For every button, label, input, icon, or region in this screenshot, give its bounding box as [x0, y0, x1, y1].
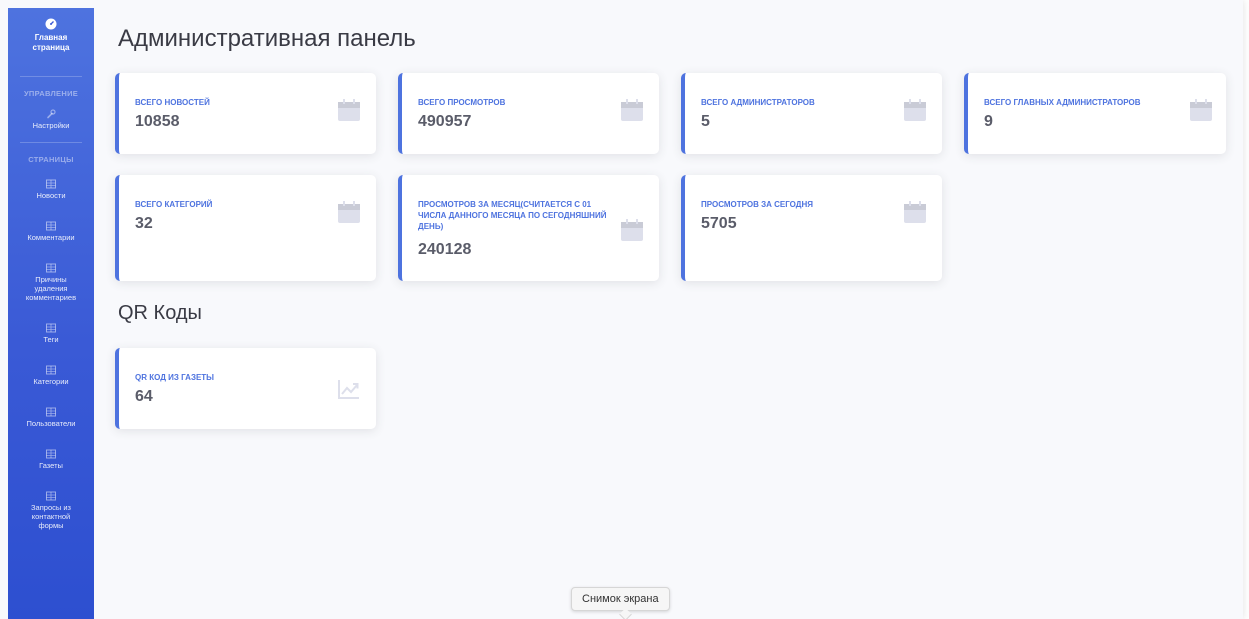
stat-card-label: ПРОСМОТРОВ ЗА МЕСЯЦ(СЧИТАЕТСЯ С 01 ЧИСЛА…	[418, 200, 607, 231]
stat-card-value: 32	[135, 215, 153, 232]
table-icon	[46, 491, 56, 501]
stat-card-total-main-admins: ВСЕГО ГЛАВНЫХ АДМИНИСТРАТОРОВ 9	[964, 73, 1226, 154]
sidebar-item-categories-label: Категории	[33, 377, 69, 386]
stat-card-value: 5	[701, 113, 710, 130]
stat-card-value: 490957	[418, 113, 472, 130]
sidebar-item-tags[interactable]: Теги	[8, 323, 94, 344]
table-icon	[46, 365, 56, 375]
stat-card-total-admins: ВСЕГО АДМИНИСТРАТОРОВ 5	[681, 73, 942, 154]
sidebar-item-home-label-2: страница	[32, 43, 70, 52]
table-icon	[46, 221, 56, 231]
calendar-icon	[338, 201, 360, 223]
sidebar-item-news-label: Новости	[36, 191, 66, 200]
stat-card-label: ПРОСМОТРОВ ЗА СЕГОДНЯ	[701, 200, 813, 209]
table-icon	[46, 263, 56, 273]
calendar-icon	[904, 99, 926, 121]
table-icon	[46, 407, 56, 417]
stat-card-monthly-views: ПРОСМОТРОВ ЗА МЕСЯЦ(СЧИТАЕТСЯ С 01 ЧИСЛА…	[398, 175, 659, 281]
sidebar-item-contact-requests-label-2: контактной	[31, 512, 71, 521]
chart-line-icon	[338, 380, 359, 399]
sidebar-item-users[interactable]: Пользователи	[8, 407, 94, 428]
stat-card-total-categories: ВСЕГО КАТЕГОРИЙ 32	[115, 175, 376, 281]
tachometer-icon	[45, 18, 57, 30]
sidebar-item-users-label: Пользователи	[26, 419, 76, 428]
sidebar-heading-pages: СТРАНИЦЫ	[28, 155, 74, 164]
sidebar-item-comments-label: Комментарии	[27, 233, 75, 242]
stat-card-today-views: ПРОСМОТРОВ ЗА СЕГОДНЯ 5705	[681, 175, 942, 281]
sidebar-item-delete-reasons-label-1: Причины	[35, 275, 67, 284]
sidebar-item-delete-reasons-label-3: комментариев	[25, 293, 77, 302]
sidebar-item-contact-requests-label-3: формы	[38, 521, 64, 530]
screenshot-tooltip: Снимок экрана	[571, 587, 670, 611]
stat-card-label: QR КОД ИЗ ГАЗЕТЫ	[135, 373, 215, 382]
stat-card-label: ВСЕГО ГЛАВНЫХ АДМИНИСТРАТОРОВ	[984, 98, 1141, 107]
sidebar-item-home-label-1: Главная	[34, 33, 68, 42]
sidebar-heading-manage: УПРАВЛЕНИЕ	[23, 89, 79, 98]
calendar-icon	[1190, 99, 1212, 121]
table-icon	[46, 323, 56, 333]
sidebar-item-settings-label: Настройки	[32, 121, 70, 130]
qr-section-title: QR Коды	[118, 302, 202, 324]
stat-card-value: 10858	[135, 113, 180, 130]
sidebar-divider	[20, 142, 82, 143]
sidebar-item-news[interactable]: Новости	[8, 179, 94, 200]
stat-card-label: ВСЕГО АДМИНИСТРАТОРОВ	[701, 98, 815, 107]
calendar-icon	[621, 219, 643, 241]
table-icon	[46, 179, 56, 189]
sidebar-item-contact-requests-label-1: Запросы из	[31, 503, 71, 512]
stat-card-qr-newspaper: QR КОД ИЗ ГАЗЕТЫ 64	[115, 348, 376, 429]
sidebar-item-categories[interactable]: Категории	[8, 365, 94, 386]
sidebar-item-home[interactable]: Главная страница	[8, 8, 94, 76]
sidebar-divider	[20, 76, 82, 77]
stat-card-value: 240128	[418, 241, 472, 258]
stat-card-total-news: ВСЕГО НОВОСТЕЙ 10858	[115, 73, 376, 154]
sidebar-item-newspapers[interactable]: Газеты	[8, 449, 94, 470]
calendar-icon	[904, 201, 926, 223]
sidebar-item-comments[interactable]: Комментарии	[8, 221, 94, 242]
sidebar: Главная страница УПРАВЛЕНИЕ Настройки СТ…	[8, 8, 94, 619]
stat-card-total-views: ВСЕГО ПРОСМОТРОВ 490957	[398, 73, 659, 154]
sidebar-item-delete-reasons-label-2: удаления	[34, 284, 68, 293]
stat-card-value: 5705	[701, 215, 737, 232]
stat-card-label: ВСЕГО ПРОСМОТРОВ	[418, 98, 506, 107]
sidebar-item-contact-requests[interactable]: Запросы из контактной формы	[8, 491, 94, 530]
table-icon	[46, 449, 56, 459]
app-window: Главная страница УПРАВЛЕНИЕ Настройки СТ…	[0, 0, 1243, 619]
stat-card-value: 9	[984, 113, 993, 130]
stat-card-label: ВСЕГО НОВОСТЕЙ	[135, 98, 210, 107]
sidebar-item-settings[interactable]: Настройки	[8, 109, 94, 130]
wrench-icon	[47, 109, 56, 119]
sidebar-item-tags-label: Теги	[43, 335, 59, 344]
sidebar-item-delete-reasons[interactable]: Причины удаления комментариев	[8, 263, 94, 302]
sidebar-item-newspapers-label: Газеты	[39, 461, 63, 470]
page-title: Административная панель	[118, 25, 416, 52]
calendar-icon	[621, 99, 643, 121]
stat-card-value: 64	[135, 388, 153, 405]
stat-card-label: ВСЕГО КАТЕГОРИЙ	[135, 200, 213, 209]
calendar-icon	[338, 99, 360, 121]
